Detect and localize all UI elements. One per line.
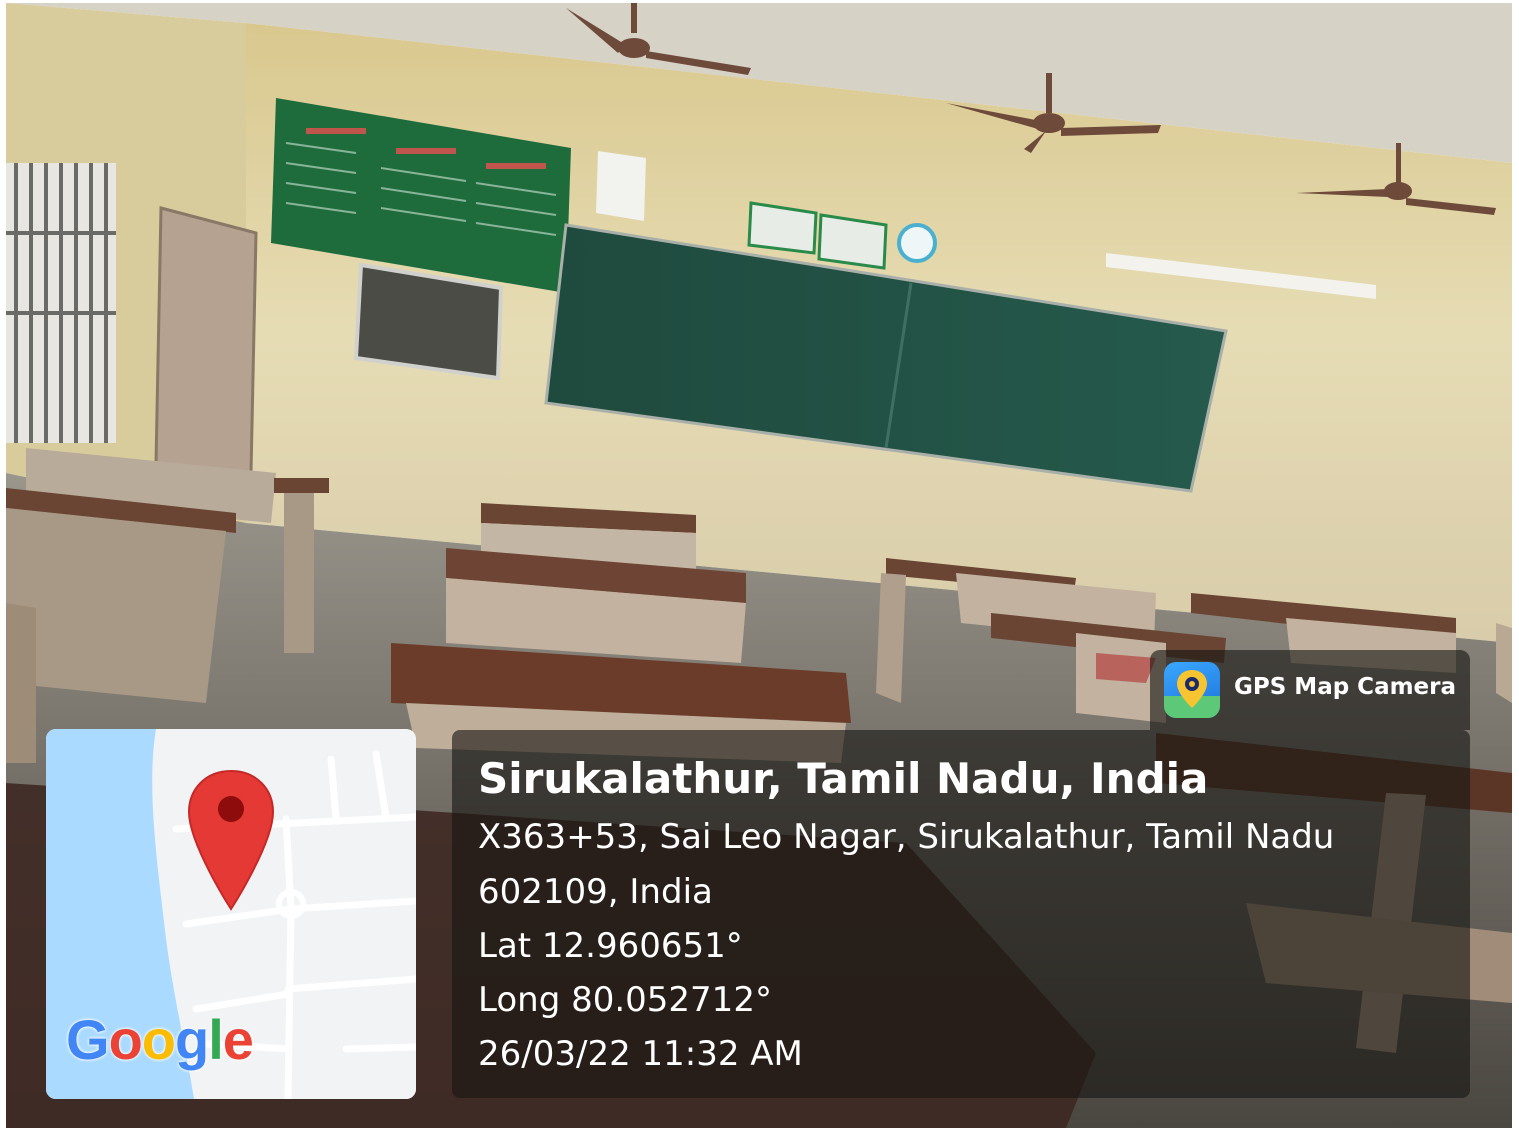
door <box>154 206 258 475</box>
google-logo-letter: o <box>108 1008 143 1071</box>
gps-map-camera-icon <box>1164 662 1220 718</box>
timestamp-text: 26/03/22 11:32 AM <box>478 1034 803 1074</box>
google-logo-letter: G <box>66 1008 110 1071</box>
google-logo-letter: o <box>141 1008 176 1071</box>
poster <box>747 201 818 255</box>
location-info-panel: Sirukalathur, Tamil Nadu, India X363+53,… <box>452 730 1470 1098</box>
poster <box>817 213 888 270</box>
google-logo-letter: e <box>222 1008 254 1071</box>
address-line-2: 602109, India <box>478 872 713 912</box>
place-title: Sirukalathur, Tamil Nadu, India <box>478 754 1209 803</box>
map-pin-icon <box>187 769 275 911</box>
gps-map-camera-badge: GPS Map Camera <box>1150 650 1470 730</box>
app-label: GPS Map Camera <box>1234 674 1457 700</box>
google-logo-letter: g <box>175 1008 209 1071</box>
map-thumbnail: Google <box>46 729 416 1099</box>
paper-sheet <box>596 151 646 221</box>
google-logo: Google <box>66 1007 254 1072</box>
address-line-1: X363+53, Sai Leo Nagar, Sirukalathur, Ta… <box>478 817 1335 857</box>
longitude-text: Long 80.052712° <box>478 980 772 1020</box>
latitude-text: Lat 12.960651° <box>478 926 743 966</box>
google-logo-letter: l <box>208 1008 224 1071</box>
wall-clock <box>897 223 937 263</box>
